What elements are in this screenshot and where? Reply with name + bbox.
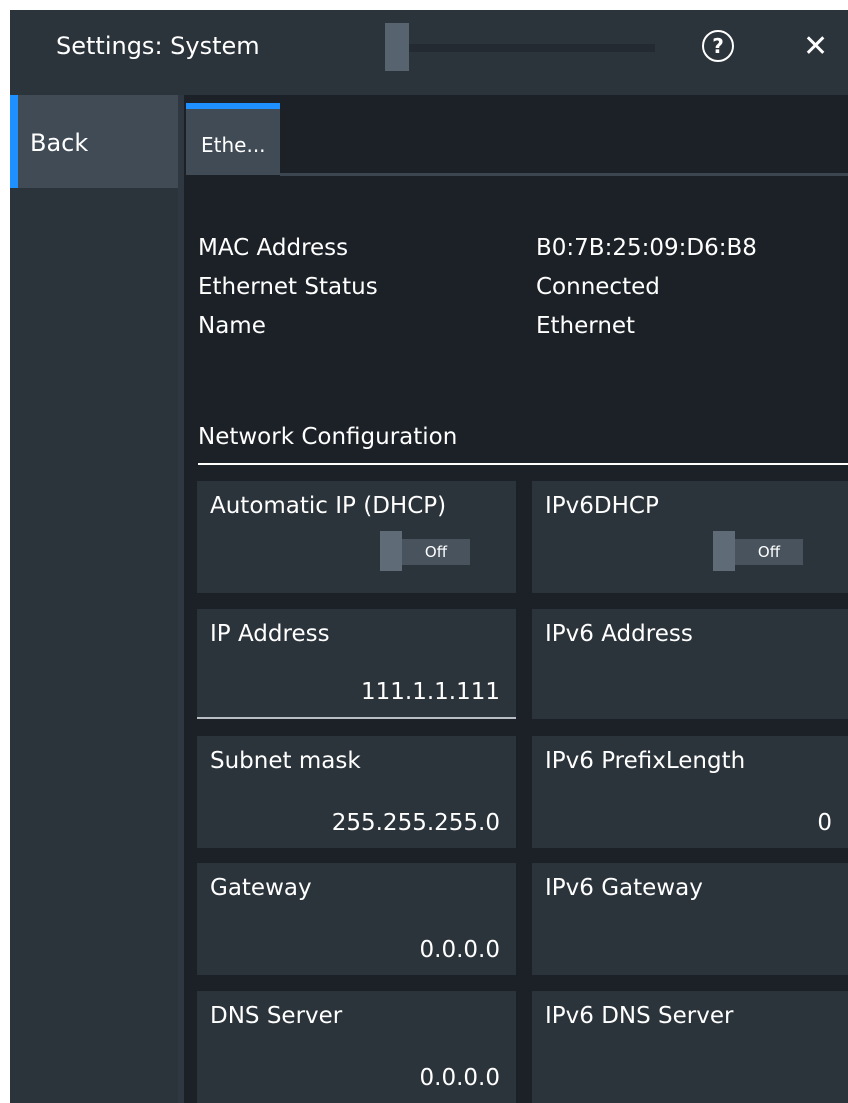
title-bar: Settings: System ? ✕ [10,10,848,95]
dns-server-label: DNS Server [210,1003,343,1029]
ipv6-gateway-field[interactable]: IPv6 Gateway [532,863,848,975]
name-value: Ethernet [536,313,636,339]
ip-address-label: IP Address [210,621,330,647]
dhcp-label: Automatic IP (DHCP) [210,493,447,519]
mac-address-value: B0:7B:25:09:D6:B8 [536,235,757,261]
subnet-mask-label: Subnet mask [210,748,361,774]
ipv6dhcp-toggle-knob [713,531,735,571]
ipv6-gateway-label: IPv6 Gateway [545,875,703,901]
ethernet-status-label: Ethernet Status [198,274,378,300]
back-button[interactable]: Back [10,95,178,188]
close-icon[interactable]: ✕ [803,29,828,65]
ipv6-dns-server-field[interactable]: IPv6 DNS Server [532,991,848,1103]
subnet-mask-field[interactable]: Subnet mask 255.255.255.0 [197,736,516,848]
subnet-mask-value: 255.255.255.0 [331,810,500,836]
gateway-value: 0.0.0.0 [419,937,500,963]
settings-window: Settings: System ? ✕ Back Ethe... MAC Ad… [10,10,848,1103]
dns-server-value: 0.0.0.0 [419,1065,500,1091]
transparency-slider-track[interactable] [390,44,655,52]
tab-bar-underline [280,173,848,176]
dhcp-card: Automatic IP (DHCP) Off [197,481,516,593]
sidebar: Back [10,95,178,1103]
ipv6dhcp-toggle-state: Off [735,539,803,565]
gateway-field[interactable]: Gateway 0.0.0.0 [197,863,516,975]
tab-ethernet-label: Ethe... [201,133,266,157]
network-configuration-title: Network Configuration [198,424,458,450]
section-divider [198,463,848,465]
ipv6dhcp-label: IPv6DHCP [545,493,659,519]
ipv6-address-label: IPv6 Address [545,621,693,647]
tab-ethernet[interactable]: Ethe... [186,103,280,175]
ipv6-address-field[interactable]: IPv6 Address [532,609,848,719]
dns-server-field[interactable]: DNS Server 0.0.0.0 [197,991,516,1103]
ipv6-prefix-length-value: 0 [817,810,832,836]
field-underline [197,717,516,719]
dhcp-toggle-knob [380,531,402,571]
ip-address-value: 111.1.1.111 [361,679,500,705]
sidebar-divider [178,95,184,1103]
ipv6-prefix-length-label: IPv6 PrefixLength [545,748,746,774]
ethernet-status-value: Connected [536,274,660,300]
ipv6-dns-server-label: IPv6 DNS Server [545,1003,734,1029]
tab-active-indicator [186,103,280,109]
transparency-slider-handle[interactable] [385,23,409,71]
help-icon[interactable]: ? [702,30,734,62]
dhcp-toggle-state: Off [402,539,470,565]
back-button-label: Back [30,129,89,157]
ipv6-prefix-length-field[interactable]: IPv6 PrefixLength 0 [532,736,848,848]
ipv6dhcp-card: IPv6DHCP Off [532,481,848,593]
dhcp-toggle[interactable]: Off [380,531,470,571]
name-label: Name [198,313,266,339]
mac-address-label: MAC Address [198,235,349,261]
gateway-label: Gateway [210,875,312,901]
ipv6dhcp-toggle[interactable]: Off [713,531,803,571]
window-title: Settings: System [56,32,260,60]
ip-address-field[interactable]: IP Address 111.1.1.111 [197,609,516,719]
back-button-accent [10,95,18,188]
